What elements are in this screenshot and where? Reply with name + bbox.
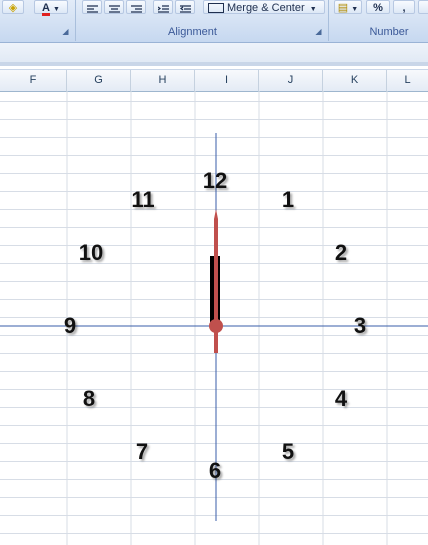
alignment-dialog-launcher-icon[interactable]: ◢ (314, 27, 323, 36)
align-center-button[interactable] (104, 0, 124, 14)
chevron-down-icon: ▼ (351, 6, 359, 13)
comma-style-button[interactable]: , (393, 0, 415, 14)
clock-numeral-4: 4 (334, 386, 348, 411)
merge-center-label: Merge & Center (227, 2, 305, 14)
fill-color-button[interactable]: ◈ (2, 0, 24, 14)
align-center-icon (108, 4, 120, 13)
clock-numeral-1: 1 (281, 187, 295, 212)
increase-indent-icon (179, 4, 191, 13)
align-left-button[interactable] (82, 0, 102, 14)
column-header-f[interactable]: F (0, 70, 67, 91)
merge-icon (208, 3, 224, 14)
align-right-button[interactable] (126, 0, 146, 14)
font-dialog-launcher-icon[interactable]: ◢ (61, 27, 70, 36)
clock-numeral-9: 9 (63, 313, 77, 338)
alignment-group-label: Alignment (168, 26, 217, 38)
merge-center-button[interactable]: Merge & Center ▼ (203, 0, 325, 14)
decrease-indent-icon (157, 4, 169, 13)
decrease-indent-button[interactable] (153, 0, 173, 14)
column-header-g[interactable]: G (67, 70, 131, 91)
align-left-icon (86, 4, 98, 13)
percent-style-button[interactable]: % (366, 0, 390, 14)
clock-numeral-7: 7 (135, 439, 149, 464)
clock-numeral-10: 10 (78, 240, 104, 265)
clock-center-pivot (209, 319, 223, 333)
accounting-format-button[interactable]: ▤ ▼ (334, 0, 362, 14)
ribbon: ◈ A ▼ ◢ Merge & Center ▼ Alignment ◢ ▤ ▼… (0, 0, 428, 43)
column-header-l[interactable]: L (387, 70, 428, 91)
clock-numeral-8: 8 (82, 386, 96, 411)
clock-numeral-11: 11 (131, 187, 155, 212)
column-header-j[interactable]: J (259, 70, 323, 91)
clock-numeral-12: 12 (202, 168, 228, 193)
clock-numeral-5: 5 (281, 439, 295, 464)
chevron-down-icon: ▼ (309, 6, 317, 13)
column-header-row: F G H I J K L (0, 69, 428, 92)
paint-bucket-icon: ◈ (8, 2, 18, 14)
chevron-down-icon: ▼ (53, 6, 60, 13)
font-color-icon: A (42, 2, 50, 16)
clock-numeral-2: 2 (334, 240, 348, 265)
currency-icon: ▤ (337, 2, 349, 14)
column-header-i[interactable]: I (195, 70, 259, 91)
column-header-h[interactable]: H (131, 70, 195, 91)
clock-numeral-6: 6 (208, 458, 222, 483)
column-header-k[interactable]: K (323, 70, 387, 91)
clock-numeral-3: 3 (353, 313, 367, 338)
group-separator (75, 0, 76, 41)
align-right-icon (130, 4, 142, 13)
font-color-button[interactable]: A ▼ (34, 0, 68, 16)
number-group-label: Number (369, 26, 409, 38)
increase-decimal-button[interactable] (418, 0, 428, 14)
group-separator (328, 0, 329, 41)
increase-indent-button[interactable] (175, 0, 195, 14)
formula-bar-edge (0, 62, 428, 66)
